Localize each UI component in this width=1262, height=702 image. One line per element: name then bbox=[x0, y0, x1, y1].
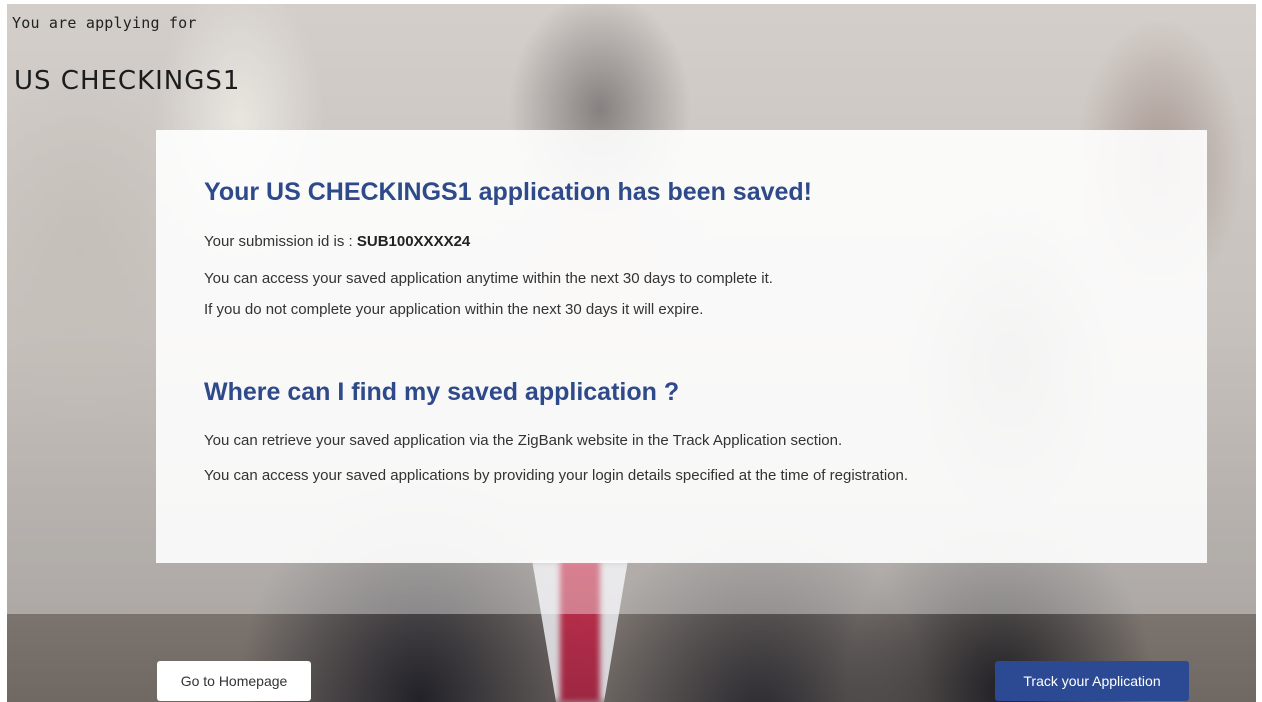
expiry-note: If you do not complete your application … bbox=[204, 301, 704, 318]
saved-heading: Your US CHECKINGS1 application has been … bbox=[204, 178, 813, 206]
confirmation-card: Your US CHECKINGS1 application has been … bbox=[156, 130, 1207, 563]
login-note: You can access your saved applications b… bbox=[204, 467, 909, 484]
page-border-left bbox=[0, 0, 7, 702]
access-note: You can access your saved application an… bbox=[204, 270, 773, 287]
submission-id-label: Your submission id is : bbox=[204, 233, 357, 250]
application-saved-page: You are applying for US CHECKINGS1 Your … bbox=[0, 0, 1262, 702]
page-border-top bbox=[7, 0, 1256, 4]
product-title: US CHECKINGS1 bbox=[14, 66, 241, 96]
find-application-heading: Where can I find my saved application ? bbox=[204, 378, 680, 406]
page-border-right bbox=[1256, 0, 1262, 702]
applying-for-label: You are applying for bbox=[12, 14, 197, 32]
submission-id-line: Your submission id is : SUB100XXXX24 bbox=[204, 233, 470, 250]
retrieve-note: You can retrieve your saved application … bbox=[204, 432, 843, 449]
go-to-homepage-button[interactable]: Go to Homepage bbox=[157, 661, 311, 701]
track-application-button[interactable]: Track your Application bbox=[995, 661, 1189, 701]
submission-id-value: SUB100XXXX24 bbox=[356, 233, 471, 250]
